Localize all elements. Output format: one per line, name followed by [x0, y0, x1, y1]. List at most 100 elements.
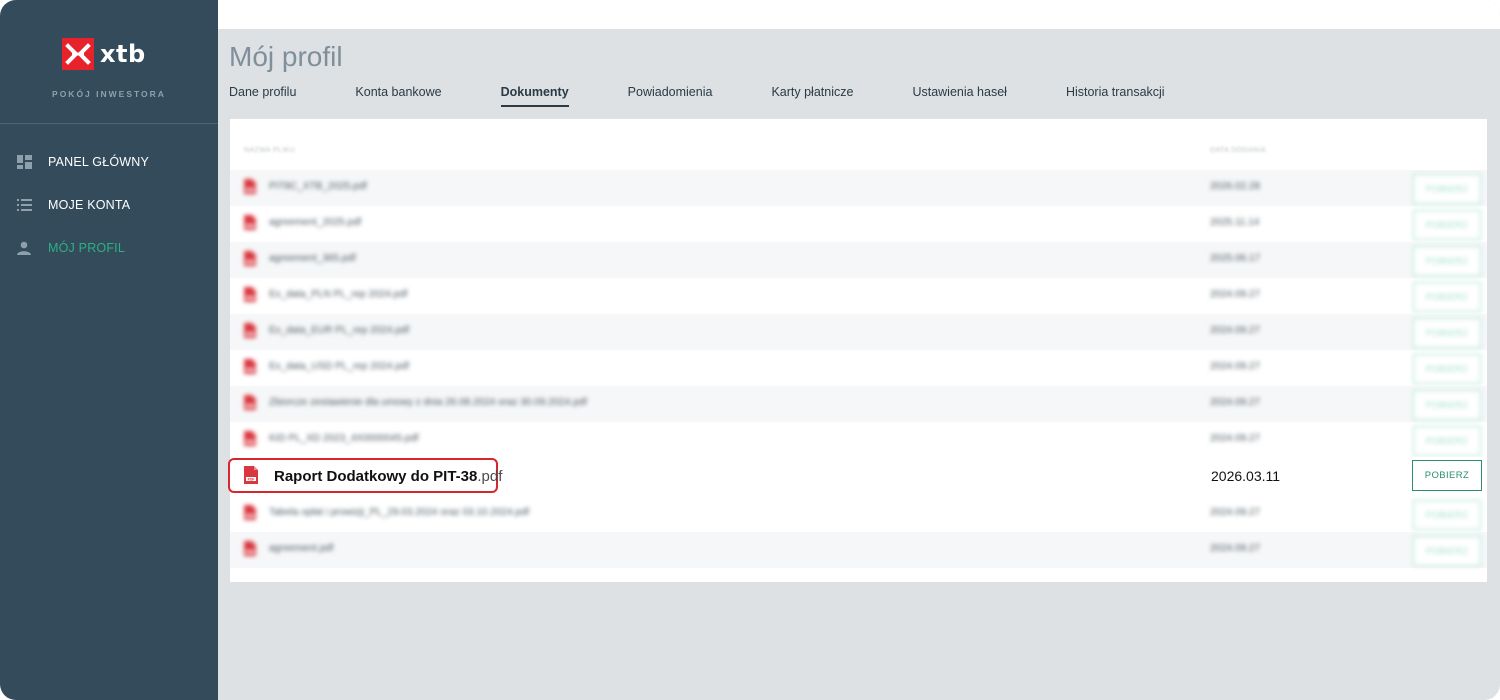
sidebar-item-label: MÓJ PROFIL [48, 240, 126, 255]
sidebar-item-label: PANEL GŁÓWNY [48, 154, 150, 169]
download-button[interactable]: POBIERZ [1413, 318, 1481, 348]
file-name[interactable]: PIT8C_XTB_2025.pdf [269, 181, 367, 192]
sidebar-item-label: MOJE KONTA [48, 197, 131, 212]
svg-text:PDF: PDF [247, 296, 253, 300]
file-extension: .pdf [477, 468, 503, 485]
svg-text:PDF: PDF [247, 404, 253, 408]
brand-logo[interactable]: xtb [62, 38, 146, 70]
file-name[interactable]: Tabela opłat i prowizji_PL_29.03.2024 or… [269, 507, 529, 518]
svg-text:PDF: PDF [247, 332, 253, 336]
pdf-file-icon: PDF [244, 505, 256, 525]
sidebar-item-moj-profil[interactable]: MÓJ PROFIL [0, 226, 218, 269]
app-window: xtb POKÓJ INWESTORA PANEL GŁÓWNY MOJE KO… [0, 0, 1500, 700]
table-header: NAZWA PLIKU DATA DODANIA [230, 119, 1487, 177]
download-button[interactable]: POBIERZ [1412, 460, 1482, 491]
pdf-file-icon: PDF [244, 541, 256, 561]
tab-karty-platnicze[interactable]: Karty płatnicze [771, 85, 853, 107]
main-content: Mój profil Dane profilu Konta bankowe Do… [218, 29, 1500, 700]
column-header-date: DATA DODANIA [1210, 147, 1266, 154]
table-row-highlighted: PDF Raport Dodatkowy do PIT-38.pdf 2026.03… [228, 457, 1487, 497]
tab-powiadomienia[interactable]: Powiadomienia [628, 85, 713, 107]
svg-text:PDF: PDF [247, 550, 253, 554]
file-date: 2026.03.11 [1211, 468, 1281, 484]
svg-text:PDF: PDF [247, 514, 253, 518]
profile-tabs: Dane profilu Konta bankowe Dokumenty Pow… [229, 85, 1224, 107]
pdf-file-icon: PDF [244, 251, 256, 271]
file-date: 2024.09.27 [1210, 289, 1261, 300]
pdf-file-icon: PDF [244, 395, 256, 415]
svg-text:PDF: PDF [247, 368, 253, 372]
column-header-name: NAZWA PLIKU [244, 147, 296, 154]
file-date: 2024.09.27 [1210, 507, 1261, 518]
pdf-file-icon: PDF [244, 287, 256, 307]
file-name[interactable]: Zbiorcze zestawienie dla umowy z dnia 26… [269, 397, 587, 408]
file-name[interactable]: agreement_2025.pdf [269, 217, 361, 228]
tab-dokumenty[interactable]: Dokumenty [500, 85, 569, 107]
download-button[interactable]: POBIERZ [1413, 174, 1481, 204]
top-bar [218, 0, 1500, 29]
svg-text:PDF: PDF [248, 477, 255, 481]
xtb-logo-icon [62, 38, 94, 70]
tab-dane-profilu[interactable]: Dane profilu [229, 85, 296, 107]
sidebar-item-moje-konta[interactable]: MOJE KONTA [0, 183, 218, 226]
file-date: 2025.06.17 [1210, 253, 1261, 264]
page-title: Mój profil [229, 41, 343, 72]
table-row: PDF agreement.pdf 2024.09.27 POBIERZ [230, 532, 1487, 568]
tab-ustawienia-hasel[interactable]: Ustawienia haseł [912, 85, 1007, 107]
download-button[interactable]: POBIERZ [1413, 390, 1481, 420]
table-row: PDF Zbiorcze zestawienie dla umowy z dnia… [230, 386, 1487, 422]
file-name[interactable]: agreement.pdf [269, 543, 334, 554]
svg-text:PDF: PDF [247, 188, 253, 192]
file-date: 2024.09.27 [1210, 361, 1261, 372]
file-name[interactable]: KID PL_XD 2023_4X0000045.pdf [269, 433, 419, 444]
file-date: 2024.09.27 [1210, 325, 1261, 336]
dashboard-icon [16, 154, 32, 170]
file-date: 2025.11.14 [1210, 217, 1260, 228]
file-name[interactable]: agreement_365.pdf [269, 253, 356, 264]
table-row: PDF Ex_data_PLN PL_rep 2024.pdf 2024.09.27… [230, 278, 1487, 314]
file-date: 2026.02.28 [1210, 181, 1261, 192]
tab-historia-transakcji[interactable]: Historia transakcji [1066, 85, 1165, 107]
user-icon [16, 240, 32, 256]
table-row: PDF agreement_365.pdf 2025.06.17 POBIERZ [230, 242, 1487, 278]
download-button[interactable]: POBIERZ [1413, 246, 1481, 276]
pdf-file-icon: PDF [244, 215, 256, 235]
tab-konta-bankowe[interactable]: Konta bankowe [355, 85, 441, 107]
file-date: 2024.09.27 [1210, 397, 1261, 408]
file-date: 2024.09.27 [1210, 433, 1261, 444]
file-name-main: Raport Dodatkowy do PIT-38 [274, 468, 478, 485]
download-button[interactable]: POBIERZ [1413, 536, 1481, 566]
pdf-file-icon: PDF [244, 323, 256, 343]
download-button[interactable]: POBIERZ [1413, 500, 1481, 530]
table-row: PDF Tabela opłat i prowizji_PL_29.03.2024… [230, 496, 1487, 532]
sidebar-nav: PANEL GŁÓWNY MOJE KONTA MÓJ PROFIL [0, 140, 218, 269]
sidebar: xtb POKÓJ INWESTORA PANEL GŁÓWNY MOJE KO… [0, 0, 218, 700]
svg-text:PDF: PDF [247, 260, 253, 264]
documents-table: NAZWA PLIKU DATA DODANIA PDF PIT8C_XTB_20… [228, 119, 1487, 582]
table-row: PDF KID PL_XD 2023_4X0000045.pdf 2024.09.2… [230, 422, 1487, 458]
pdf-file-icon: PDF [244, 466, 258, 489]
sidebar-item-panel-glowny[interactable]: PANEL GŁÓWNY [0, 140, 218, 183]
download-button[interactable]: POBIERZ [1413, 210, 1481, 240]
download-button[interactable]: POBIERZ [1413, 426, 1481, 456]
brand-name: xtb [100, 40, 146, 68]
table-row: PDF PIT8C_XTB_2025.pdf 2026.02.28 POBIERZ [230, 170, 1487, 206]
sidebar-divider [0, 123, 218, 124]
table-row: PDF Ex_data_USD PL_rep 2024.pdf 2024.09.27… [230, 350, 1487, 386]
table-row: PDF Ex_data_EUR PL_rep 2024.pdf 2024.09.27… [230, 314, 1487, 350]
file-date: 2024.09.27 [1210, 543, 1261, 554]
pdf-file-icon: PDF [244, 431, 256, 451]
svg-text:PDF: PDF [247, 440, 253, 444]
list-icon [16, 197, 32, 213]
file-name[interactable]: Ex_data_EUR PL_rep 2024.pdf [269, 325, 409, 336]
table-row: PDF agreement_2025.pdf 2025.11.14 POBIERZ [230, 206, 1487, 242]
download-button[interactable]: POBIERZ [1413, 282, 1481, 312]
download-button[interactable]: POBIERZ [1413, 354, 1481, 384]
pdf-file-icon: PDF [244, 179, 256, 199]
file-name[interactable]: Raport Dodatkowy do PIT-38.pdf [274, 468, 502, 485]
svg-text:PDF: PDF [247, 224, 253, 228]
file-name[interactable]: Ex_data_USD PL_rep 2024.pdf [269, 361, 409, 372]
file-name[interactable]: Ex_data_PLN PL_rep 2024.pdf [269, 289, 407, 300]
documents-panel: NAZWA PLIKU DATA DODANIA PDF PIT8C_XTB_20… [228, 119, 1487, 582]
pdf-file-icon: PDF [244, 359, 256, 379]
